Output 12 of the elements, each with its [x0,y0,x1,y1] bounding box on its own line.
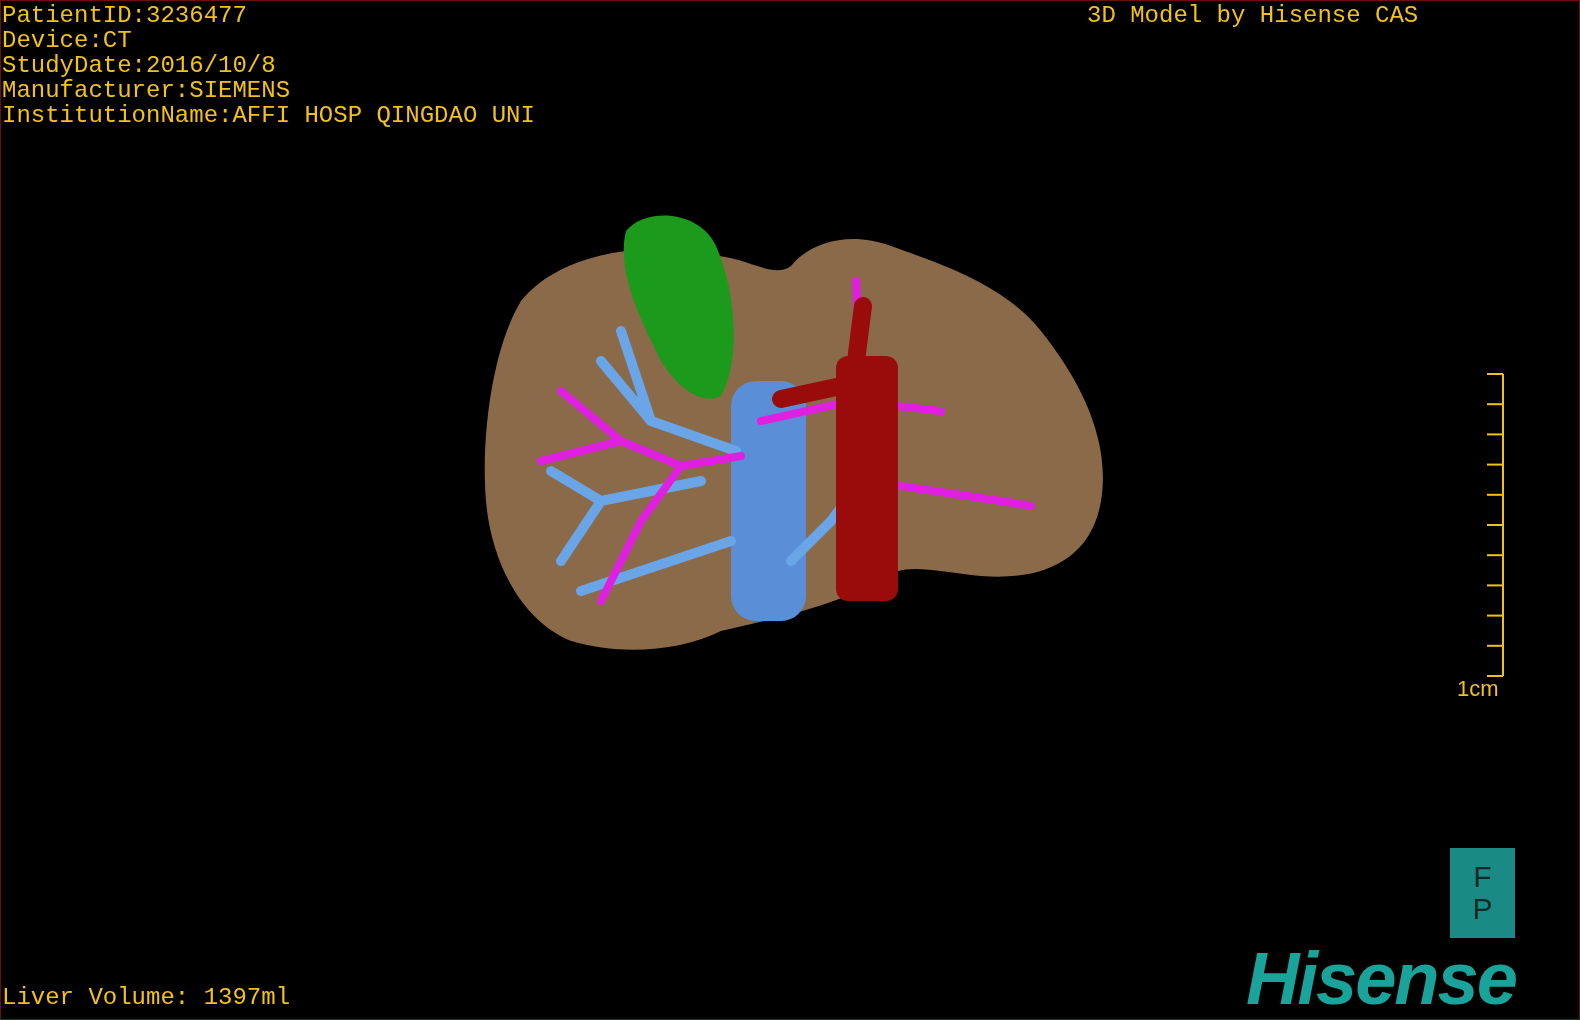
patient-info-line: StudyDate:2016/10/8 [2,53,277,78]
orientation-letter: F [1473,861,1492,893]
patient-info-line: PatientID:3236477 [2,3,248,28]
patient-info-line: Manufacturer:SIEMENS [2,78,292,103]
patient-info-line: InstitutionName:AFFI HOSP QINGDAO UNI [2,103,535,128]
credit-text: 3D Model by Hisense CAS [1087,3,1419,28]
orientation-letter: P [1472,893,1493,925]
scale-bar-icon [1485,373,1505,677]
patient-info-line: Device:CT [2,28,133,53]
liver-volume-text: Liver Volume: 1397ml [2,985,291,1010]
brand-logo: Hisense [1246,939,1516,1019]
scale-label: 1cm [1457,677,1499,701]
